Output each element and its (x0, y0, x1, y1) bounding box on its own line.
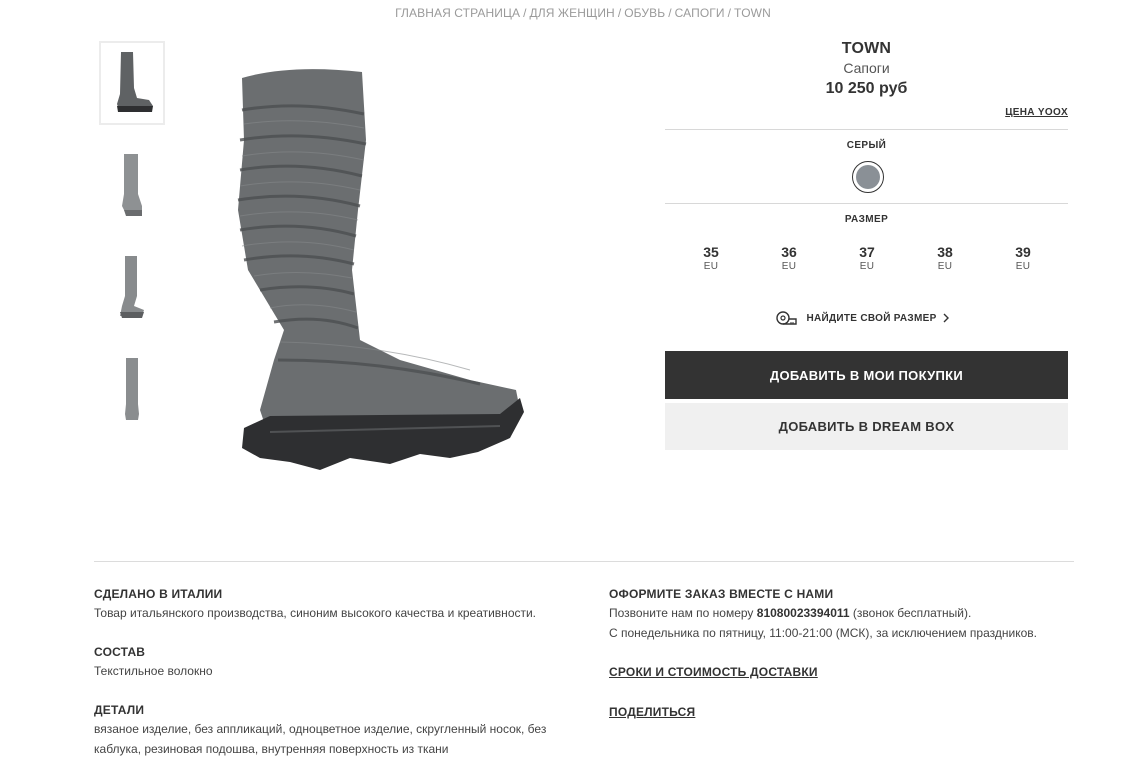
thumbnail-1[interactable] (99, 41, 165, 125)
boot-thumbnail-image (120, 256, 144, 318)
order-call-prefix: Позвоните нам по номеру (609, 606, 754, 620)
order-call-suffix: (звонок бесплатный). (852, 606, 972, 620)
boot-thumbnail-image (122, 154, 142, 216)
breadcrumb-shoes[interactable]: ОБУВЬ (624, 6, 665, 20)
find-size-link[interactable]: НАЙДИТЕ СВОЙ РАЗМЕР (665, 310, 1068, 326)
thumbnail-gallery (99, 41, 165, 449)
size-value: 35 (703, 244, 719, 260)
composition-title: СОСТАВ (94, 645, 146, 659)
composition-section: СОСТАВ Текстильное волокно (94, 645, 564, 681)
order-info: ОФОРМИТЕ ЗАКАЗ ВМЕСТЕ С НАМИ Позвоните н… (609, 587, 1079, 743)
details-section: ДЕТАЛИ вязаное изделие, без аппликаций, … (94, 703, 564, 759)
made-in-section: СДЕЛАНО В ИТАЛИИ Товар итальянского прои… (94, 587, 564, 623)
product-category: Сапоги (843, 60, 890, 76)
breadcrumb: ГЛАВНАЯ СТРАНИЦА / ДЛЯ ЖЕНЩИН / ОБУВЬ / САПОГИ… (0, 6, 1121, 20)
size-option-38[interactable]: 38 EU (925, 244, 965, 272)
thumbnail-2[interactable] (99, 143, 165, 227)
size-value: 39 (1015, 244, 1031, 260)
add-to-dreambox-button[interactable]: ДОБАВИТЬ В DREAM BOX (665, 403, 1068, 450)
color-label: СЕРЫЙ (846, 140, 887, 151)
order-phone-number[interactable]: 81080023394011 (757, 606, 850, 620)
size-unit: EU (781, 261, 797, 272)
order-hours: С понедельника по пятницу, 11:00-21:00 (… (609, 626, 1037, 640)
product-price: 10 250 руб (825, 80, 908, 97)
breadcrumb-separator: / (668, 6, 672, 20)
details-text: вязаное изделие, без аппликаций, одноцве… (94, 719, 564, 759)
delivery-terms-link[interactable]: СРОКИ И СТОИМОСТЬ ДОСТАВКИ (609, 665, 818, 679)
chevron-right-icon (943, 313, 949, 323)
breadcrumb-separator: / (617, 6, 622, 20)
product-details: СДЕЛАНО В ИТАЛИИ Товар итальянского прои… (94, 587, 564, 777)
color-swatch-fill (856, 165, 880, 189)
size-option-36[interactable]: 36 EU (769, 244, 809, 272)
size-unit: EU (703, 261, 719, 272)
size-value: 37 (859, 244, 875, 260)
size-unit: EU (1015, 261, 1031, 272)
size-value: 38 (937, 244, 953, 260)
boot-thumbnail-image (117, 52, 153, 112)
breadcrumb-women[interactable]: ДЛЯ ЖЕНЩИН (530, 6, 615, 20)
order-title: ОФОРМИТЕ ЗАКАЗ ВМЕСТЕ С НАМИ (609, 587, 834, 601)
measuring-tape-icon (776, 311, 798, 325)
breadcrumb-separator: / (727, 6, 732, 20)
breadcrumb-separator: / (523, 6, 527, 20)
made-in-text: Товар итальянского производства, синоним… (94, 606, 537, 620)
product-info: TOWN Сапоги 10 250 руб ЦЕНА YOOX СЕРЫЙ Р… (665, 40, 1068, 450)
size-value: 36 (781, 244, 797, 260)
details-title: ДЕТАЛИ (94, 703, 145, 717)
details-text-line: каблука, резиновая подошва, внутренняя п… (94, 742, 449, 756)
breadcrumb-home[interactable]: ГЛАВНАЯ СТРАНИЦА (395, 6, 520, 20)
color-swatch[interactable] (852, 161, 884, 193)
yoox-price-link[interactable]: ЦЕНА YOOX (1005, 107, 1068, 118)
details-text-line: вязаное изделие, без аппликаций, одноцве… (94, 722, 547, 736)
made-in-title: СДЕЛАНО В ИТАЛИИ (94, 587, 223, 601)
divider (94, 561, 1074, 562)
boot-image (237, 69, 524, 470)
find-size-label: НАЙДИТЕ СВОЙ РАЗМЕР (806, 312, 937, 324)
size-label: РАЗМЕР (844, 214, 889, 225)
size-selector: 35 EU 36 EU 37 EU 38 EU 39 EU (665, 244, 1068, 284)
boot-thumbnail-image (125, 358, 139, 420)
divider (665, 129, 1068, 130)
thumbnail-4[interactable] (99, 347, 165, 431)
size-option-39[interactable]: 39 EU (1003, 244, 1043, 272)
breadcrumb-current: TOWN (734, 6, 771, 20)
composition-text: Текстильное волокно (94, 664, 213, 678)
order-call-text: Позвоните нам по номеру 81080023394011 (… (609, 603, 1079, 643)
size-unit: EU (937, 261, 953, 272)
product-brand[interactable]: TOWN (665, 40, 1068, 58)
divider (665, 203, 1068, 204)
breadcrumb-boots[interactable]: САПОГИ (675, 6, 725, 20)
order-section: ОФОРМИТЕ ЗАКАЗ ВМЕСТЕ С НАМИ Позвоните н… (609, 587, 1079, 643)
share-section: ПОДЕЛИТЬСЯ (609, 703, 1079, 721)
size-unit: EU (859, 261, 875, 272)
delivery-section: СРОКИ И СТОИМОСТЬ ДОСТАВКИ (609, 663, 1079, 681)
thumbnail-3[interactable] (99, 245, 165, 329)
size-option-37[interactable]: 37 EU (847, 244, 887, 272)
size-option-35[interactable]: 35 EU (691, 244, 731, 272)
add-to-cart-button[interactable]: ДОБАВИТЬ В МОИ ПОКУПКИ (665, 351, 1068, 399)
product-main-image[interactable] (230, 60, 530, 480)
share-link[interactable]: ПОДЕЛИТЬСЯ (609, 705, 695, 719)
